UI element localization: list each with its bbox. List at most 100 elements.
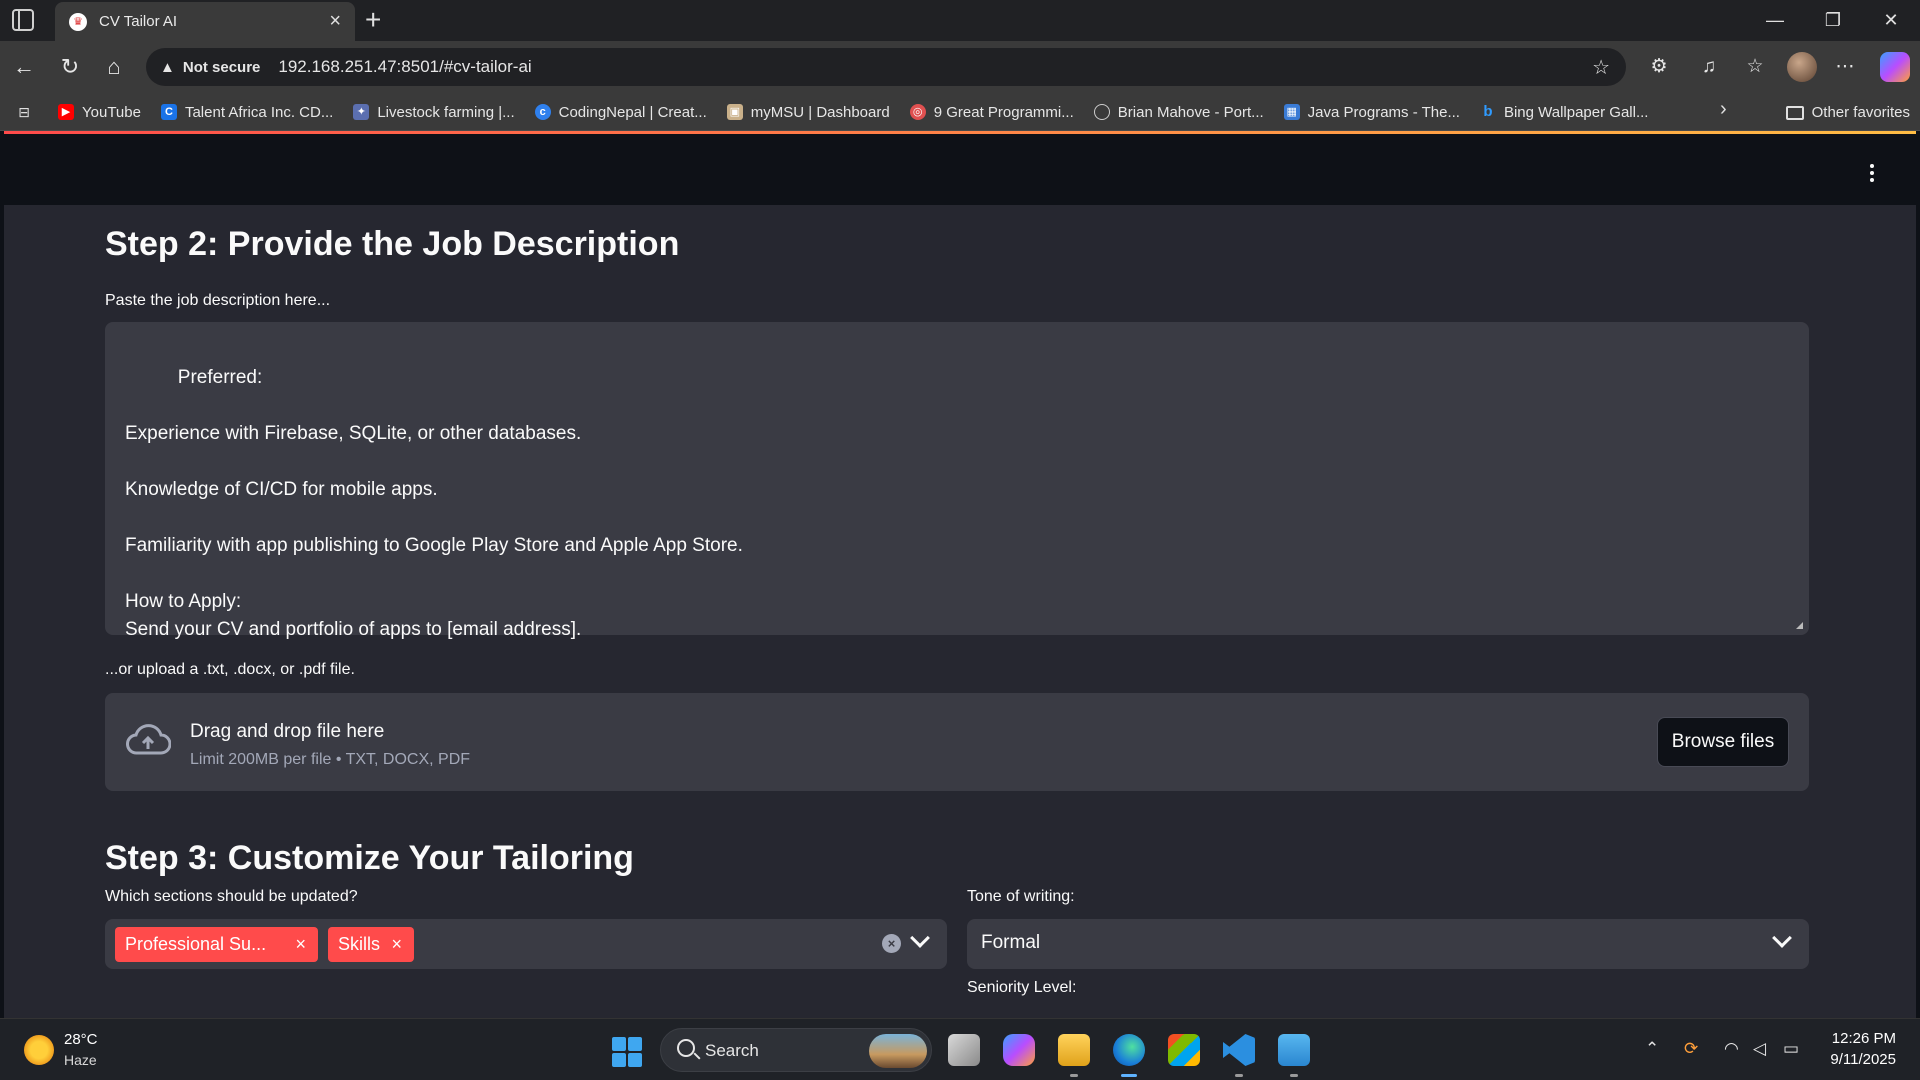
close-tab-icon[interactable]: × [329,10,341,33]
taskbar: 28°C Haze Search ⌃ ⟳ ◠ ◁ ▭ 12:26 PM 9/11… [0,1018,1920,1080]
profile-avatar[interactable] [1787,52,1817,82]
bing-icon: b [1483,103,1493,120]
search-label: Search [705,1041,759,1060]
talent-africa-icon: C [160,104,177,120]
remove-tag-icon[interactable]: × [391,927,402,962]
tab-actions-icon[interactable] [12,9,34,31]
sync-icon[interactable]: ⟳ [1684,1039,1698,1059]
chevron-down-icon[interactable] [910,928,930,948]
tab-title: CV Tailor AI [99,13,178,30]
favorite-item[interactable]: C Talent Africa Inc. CD... [151,97,343,127]
new-tab-button[interactable]: + [365,4,381,36]
window-controls: — ❐ ✕ [1746,0,1920,41]
navigation-bar: ← ↻ ⌂ ▲ Not secure 192.168.251.47:8501/#… [0,41,1920,94]
volume-icon[interactable]: ◁ [1753,1039,1766,1059]
chevron-right-icon[interactable]: › [1720,98,1727,121]
weather-icon[interactable] [24,1035,54,1065]
step2-heading: Step 2: Provide the Job Description [105,225,680,263]
favorite-item[interactable]: b Bing Wallpaper Gall... [1470,97,1659,127]
wifi-icon[interactable]: ◠ [1724,1039,1739,1059]
vscode-icon[interactable] [1223,1034,1255,1066]
java-icon: ▦ [1283,104,1300,120]
running-indicator [1235,1074,1243,1077]
sections-multiselect[interactable]: Professional Su... × Skills × × [105,919,947,969]
restore-icon[interactable]: ❐ [1804,0,1862,41]
favorites-icon[interactable]: ☆ [1742,54,1768,80]
store-icon[interactable] [1168,1034,1200,1066]
chevron-up-icon[interactable]: ⌃ [1645,1039,1659,1059]
running-indicator [1070,1074,1078,1077]
step3-heading: Step 3: Customize Your Tailoring [105,839,634,877]
battery-icon[interactable]: ▭ [1783,1039,1799,1059]
search-highlight-image [869,1034,927,1068]
favorite-label: YouTube [82,103,141,121]
extensions-icon[interactable]: ⚙ [1646,54,1672,80]
streamlit-favicon-icon: ♛ [69,12,87,31]
favorite-label: Talent Africa Inc. CD... [184,103,334,121]
notepad-icon[interactable] [1278,1034,1310,1066]
back-icon[interactable]: ← [10,53,38,81]
file-explorer-icon[interactable] [1058,1034,1090,1066]
favorite-item[interactable]: ▶ YouTube [48,97,151,127]
taskbar-search[interactable]: Search [660,1028,932,1072]
favorite-item[interactable]: ◎ 9 Great Programmi... [900,97,1084,127]
file-dropzone[interactable]: Drag and drop file here Limit 200MB per … [105,693,1809,791]
main-content[interactable]: Step 2: Provide the Job Description Past… [4,205,1916,1018]
favorite-item[interactable]: c CodingNepal | Creat... [525,97,717,127]
url-text[interactable]: 192.168.251.47:8501/#cv-tailor-ai [278,57,531,77]
close-window-icon[interactable]: ✕ [1862,0,1920,41]
globe-icon [1093,104,1110,120]
home-icon[interactable]: ⌂ [100,53,128,81]
tone-value: Formal [981,932,1041,953]
security-label[interactable]: Not secure [183,59,261,76]
browse-files-button[interactable]: Browse files [1657,717,1789,767]
warning-icon: ▲ [160,58,175,76]
refresh-icon[interactable]: ↻ [56,53,84,81]
favorite-label: myMSU | Dashboard [750,103,890,121]
section-tag[interactable]: Skills × [328,927,414,962]
job-description-textarea[interactable]: Preferred: Experience with Firebase, SQL… [105,322,1809,640]
tab-strip: ♛ CV Tailor AI × + — ❐ ✕ [0,0,1920,41]
favorite-item[interactable]: Brian Mahove - Port... [1084,97,1274,127]
copilot-app-icon[interactable] [1003,1034,1035,1066]
remove-tag-icon[interactable]: × [295,927,306,962]
clock-date[interactable]: 9/11/2025 [1830,1051,1896,1068]
read-aloud-icon[interactable]: ♫ [1696,54,1722,80]
favorite-item[interactable]: ▦ Java Programs - The... [1274,97,1470,127]
favorite-label: Java Programs - The... [1307,103,1460,121]
weather-temperature[interactable]: 28°C [64,1031,98,1048]
favorite-item[interactable]: ▣ myMSU | Dashboard [717,97,900,127]
edge-browser-icon[interactable] [1113,1034,1145,1066]
main-menu-icon[interactable] [1870,164,1876,185]
copilot-icon[interactable] [1880,52,1910,82]
more-menu-icon[interactable]: ⋯ [1832,54,1858,80]
task-view-icon[interactable] [948,1034,980,1066]
dropzone-limit: Limit 200MB per file • TXT, DOCX, PDF [190,751,471,768]
address-bar[interactable]: ▲ Not secure 192.168.251.47:8501/#cv-tai… [146,48,1626,86]
tone-select[interactable]: Formal [967,919,1809,969]
favorite-label: Brian Mahove - Port... [1117,103,1264,121]
resize-handle-icon[interactable] [1796,622,1803,629]
weather-condition[interactable]: Haze [64,1052,97,1068]
job-description-text: Preferred: Experience with Firebase, SQL… [125,367,743,640]
tone-label: Tone of writing: [967,888,1075,905]
minimize-icon[interactable]: — [1746,0,1804,41]
tab-active[interactable]: ♛ CV Tailor AI × [55,2,355,41]
favorite-label: Bing Wallpaper Gall... [1503,103,1649,121]
favorite-label: CodingNepal | Creat... [558,103,707,121]
app-header [4,134,1916,205]
favorites-bar: ⊟ ▶ YouTube C Talent Africa Inc. CD... ✦ Li… [0,94,1920,131]
other-favorites[interactable]: Other favorites [1785,94,1910,131]
youtube-icon: ▶ [58,104,74,120]
windows-start-icon[interactable] [612,1037,642,1067]
chevron-down-icon[interactable] [1772,928,1792,948]
collections-icon[interactable]: ⊟ [0,104,48,121]
section-tag[interactable]: Professional Su... × [115,927,318,962]
favorite-item[interactable]: ✦ Livestock farming |... [343,97,524,127]
page-viewport: Step 2: Provide the Job Description Past… [4,131,1916,1018]
codingnepal-icon: c [534,104,551,120]
clock-time[interactable]: 12:26 PM [1832,1030,1896,1047]
cloud-upload-icon [126,724,171,755]
favorite-star-icon[interactable]: ☆ [1592,55,1610,80]
clear-all-icon[interactable]: × [882,934,901,953]
